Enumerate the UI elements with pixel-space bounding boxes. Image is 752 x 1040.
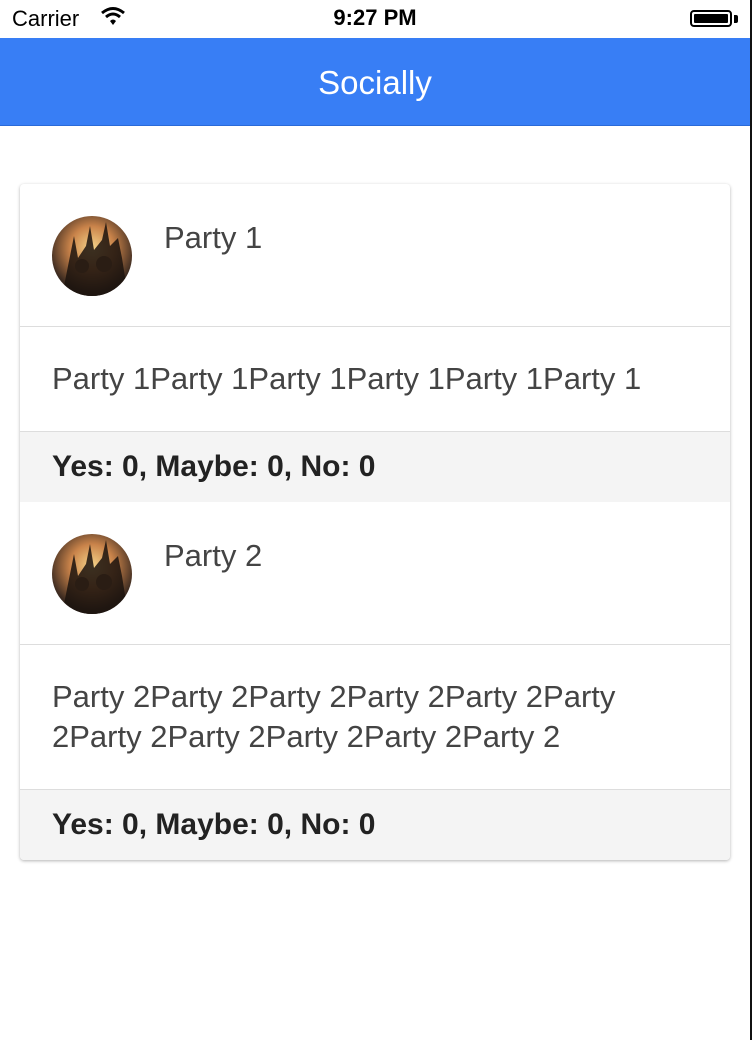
battery-icon: [690, 10, 732, 27]
page-title: Socially: [318, 64, 432, 101]
crowd-photo-icon: [62, 222, 128, 296]
clock: 9:27 PM: [333, 5, 417, 30]
party-description: Party 1Party 1Party 1Party 1Party 1Party…: [20, 327, 730, 432]
nav-bar: Socially: [0, 38, 750, 126]
rsvp-summary: Yes: 0, Maybe: 0, No: 0: [20, 432, 730, 502]
parties-card: Party 1 Party 1Party 1Party 1Party 1Part…: [20, 184, 730, 860]
battery-nub: [734, 15, 738, 23]
status-bar: Carrier 9:27 PM: [0, 0, 750, 38]
party-avatar: [52, 534, 132, 614]
party-avatar: [52, 216, 132, 296]
party-description: Party 2Party 2Party 2Party 2Party 2Party…: [20, 645, 730, 790]
crowd-photo-icon: [62, 540, 128, 614]
party-header[interactable]: Party 2: [20, 502, 730, 645]
rsvp-summary: Yes: 0, Maybe: 0, No: 0: [20, 790, 730, 860]
party-name: Party 1: [164, 220, 263, 255]
party-name: Party 2: [164, 538, 263, 573]
party-header[interactable]: Party 1: [20, 184, 730, 327]
